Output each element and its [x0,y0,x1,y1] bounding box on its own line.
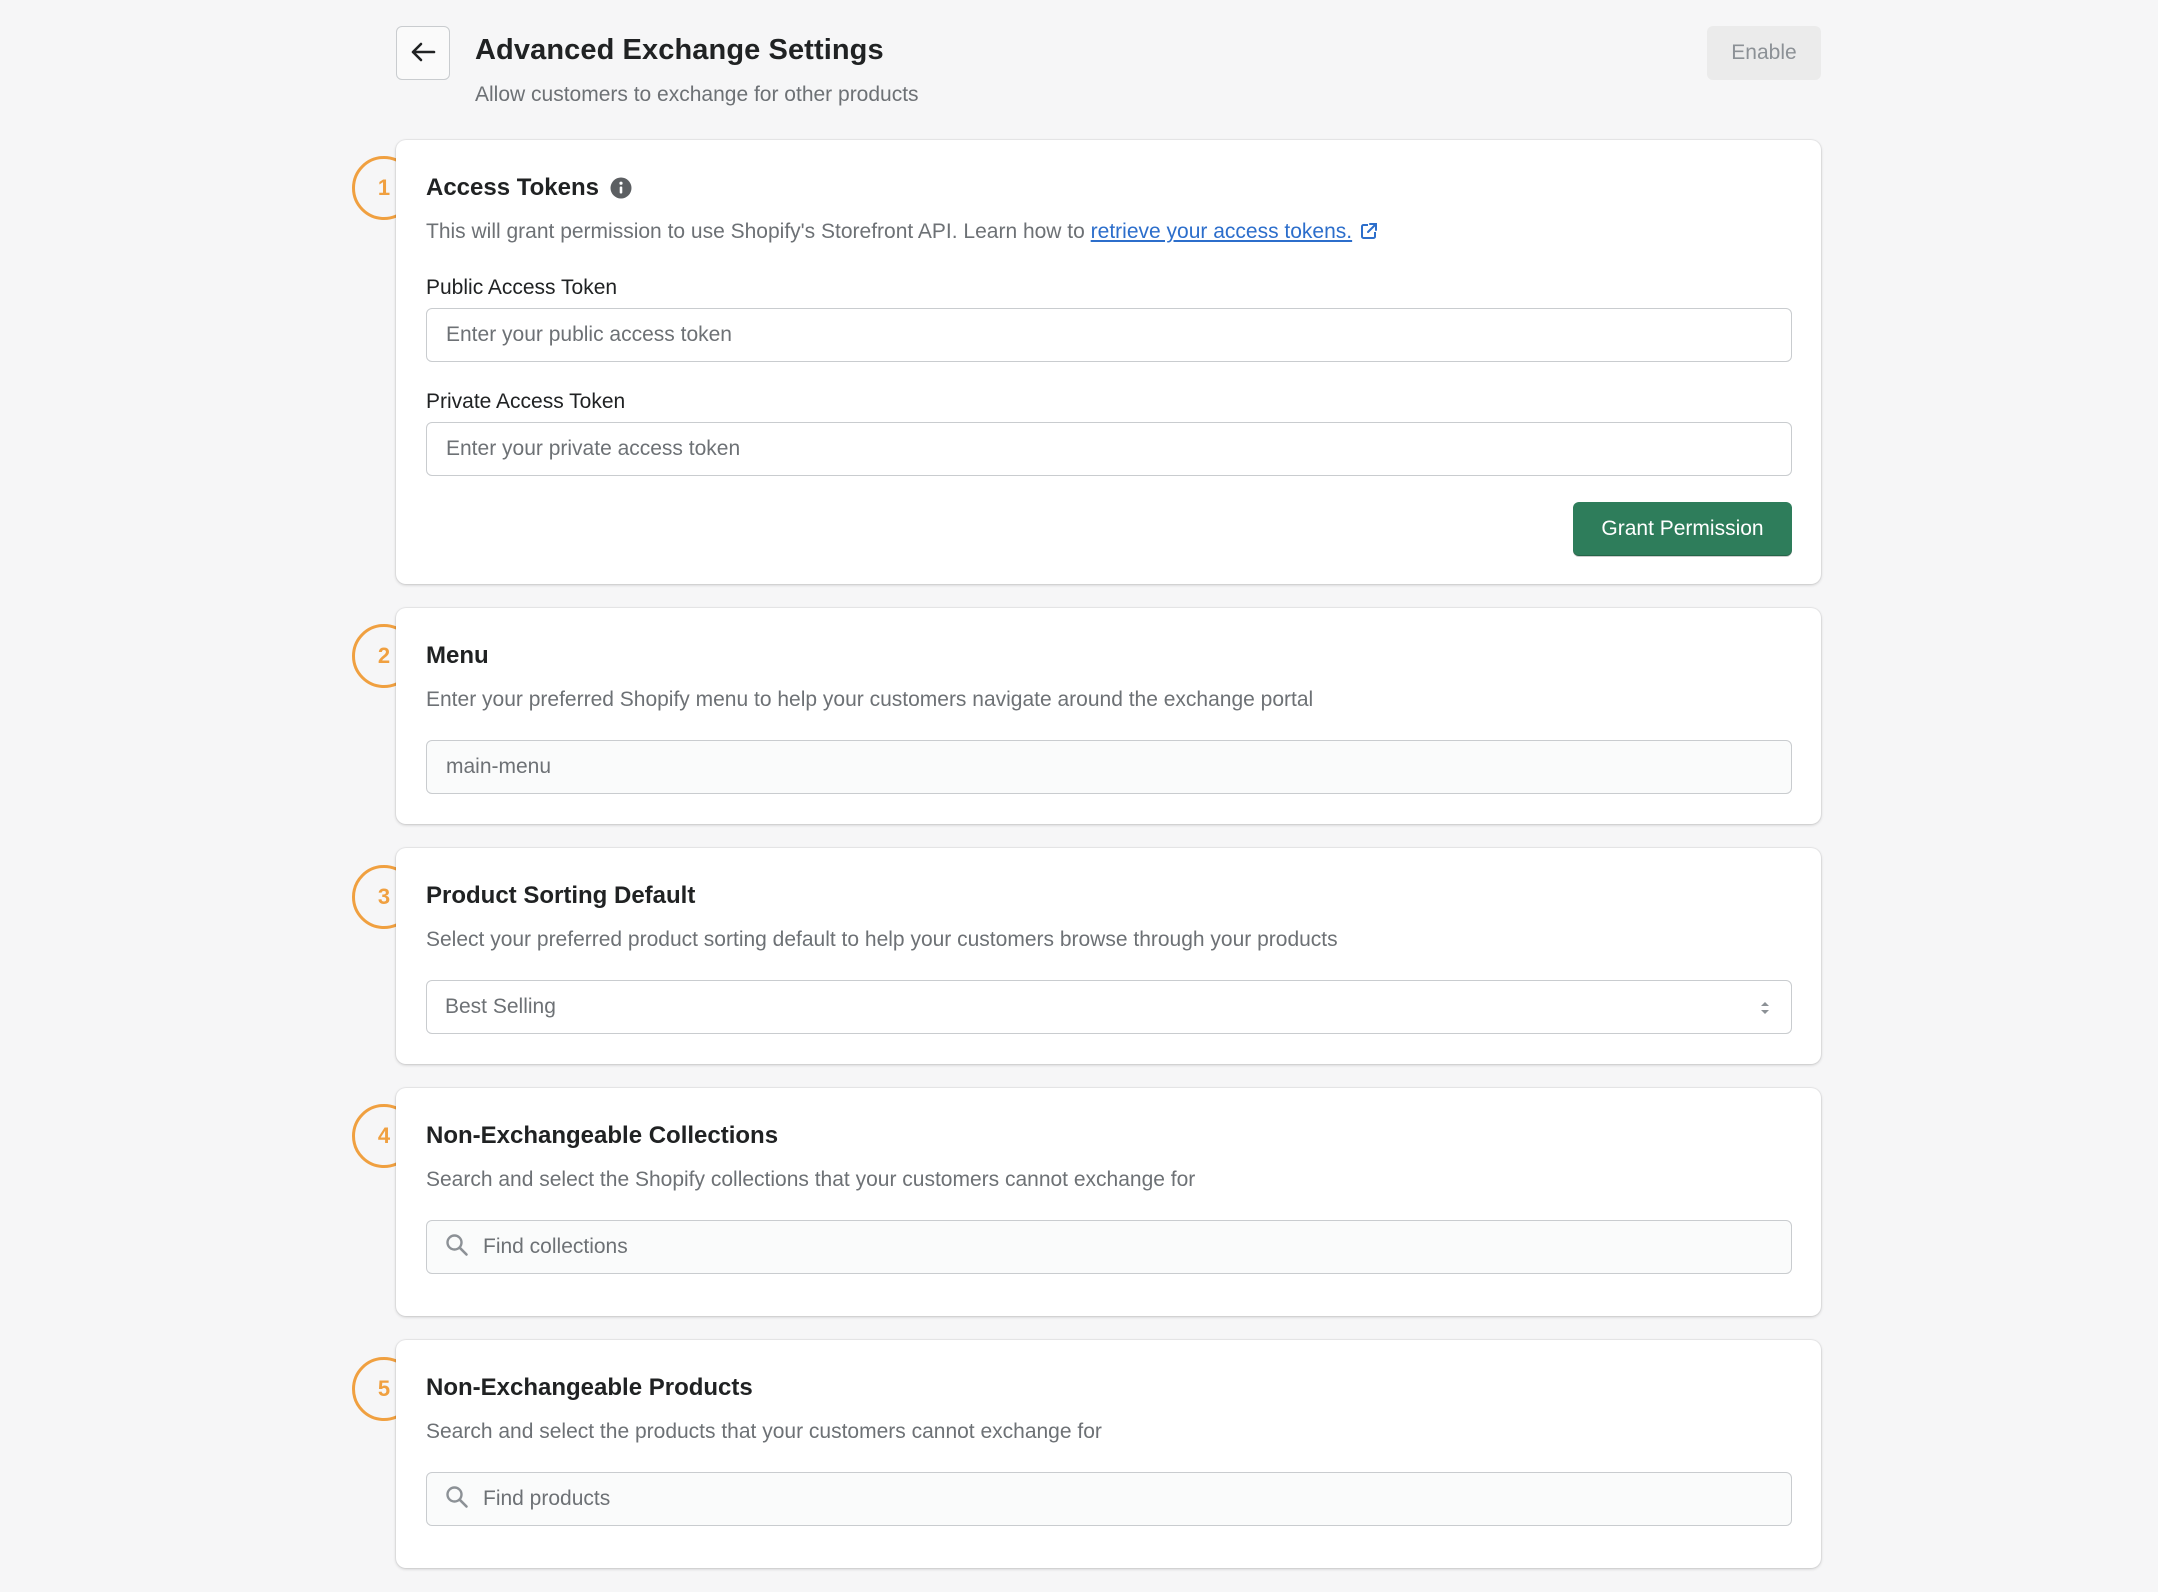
products-title: Non-Exchangeable Products [426,1374,753,1401]
page-title: Advanced Exchange Settings [475,34,884,66]
collections-search-box[interactable] [426,1220,1792,1274]
select-chevron-icon [1759,999,1771,1017]
public-token-input[interactable] [426,308,1792,362]
collections-title: Non-Exchangeable Collections [426,1122,779,1149]
products-search-box[interactable] [426,1472,1792,1526]
product-sorting-select[interactable]: Best Selling [426,980,1792,1034]
products-card: Non-Exchangeable Products Search and sel… [396,1340,1821,1568]
private-token-input[interactable] [426,422,1792,476]
search-icon [445,1233,469,1262]
enable-button[interactable]: Enable [1707,26,1821,80]
collections-description: Search and select the Shopify collection… [426,1168,1196,1191]
access-tokens-card: Access Tokens This will grant permission… [396,140,1821,584]
description-text: This will grant permission to use Shopif… [426,220,1091,243]
products-search-input[interactable] [483,1487,1683,1511]
product-sorting-card: Product Sorting Default Select your pref… [396,848,1821,1064]
info-icon[interactable] [610,177,632,199]
product-sorting-description: Select your preferred product sorting de… [426,928,1338,951]
page-subtitle: Allow customers to exchange for other pr… [475,83,919,106]
products-description: Search and select the products that your… [426,1420,1102,1443]
card-title: Access Tokens [426,174,632,202]
collections-card: Non-Exchangeable Collections Search and … [396,1088,1821,1316]
arrow-left-icon [410,41,436,66]
page: Advanced Exchange Settings Allow custome… [0,0,2158,1592]
menu-card: Menu Enter your preferred Shopify menu t… [396,608,1821,824]
retrieve-tokens-link[interactable]: retrieve your access tokens. [1091,220,1352,243]
menu-description: Enter your preferred Shopify menu to hel… [426,688,1314,711]
external-link-icon[interactable] [1360,222,1378,240]
menu-input[interactable] [426,740,1792,794]
menu-title: Menu [426,642,489,669]
access-tokens-title: Access Tokens [426,174,599,201]
selected-value: Best Selling [445,995,556,1018]
public-token-label: Public Access Token [426,276,618,299]
grant-permission-button[interactable]: Grant Permission [1573,502,1792,556]
private-token-label: Private Access Token [426,390,626,413]
search-icon [445,1485,469,1514]
access-tokens-description: This will grant permission to use Shopif… [426,220,1378,244]
back-button[interactable] [396,26,450,80]
collections-search-input[interactable] [483,1235,1683,1259]
product-sorting-title: Product Sorting Default [426,882,696,909]
